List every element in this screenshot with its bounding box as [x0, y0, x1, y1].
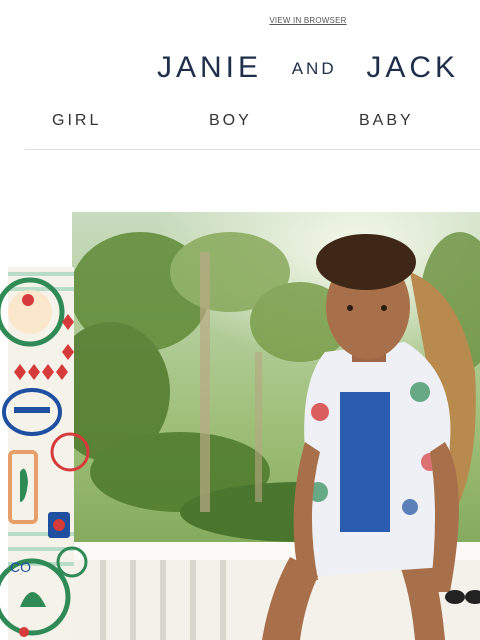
logo-word-janie: JANIE [157, 51, 263, 84]
pattern-text: CO [10, 559, 31, 575]
palm-trunk [200, 252, 210, 512]
nav-item-boy[interactable]: BOY [209, 112, 252, 130]
nav-item-girl[interactable]: GIRL [52, 112, 101, 130]
blue-tee [340, 392, 390, 532]
nav-item-baby[interactable]: BABY [359, 112, 414, 130]
view-in-browser-link[interactable]: VIEW IN BROWSER [0, 16, 480, 25]
hair [316, 234, 416, 290]
hero-image: CO [0, 212, 480, 640]
brand-logo[interactable]: JANIE AND JACK [157, 50, 459, 86]
logo-word-jack: JACK [366, 51, 459, 84]
main-nav: GIRL BOY BABY [0, 112, 480, 136]
logo-word-and: AND [291, 59, 337, 78]
hero-banner[interactable]: CO [0, 212, 480, 640]
nav-divider [25, 149, 480, 150]
